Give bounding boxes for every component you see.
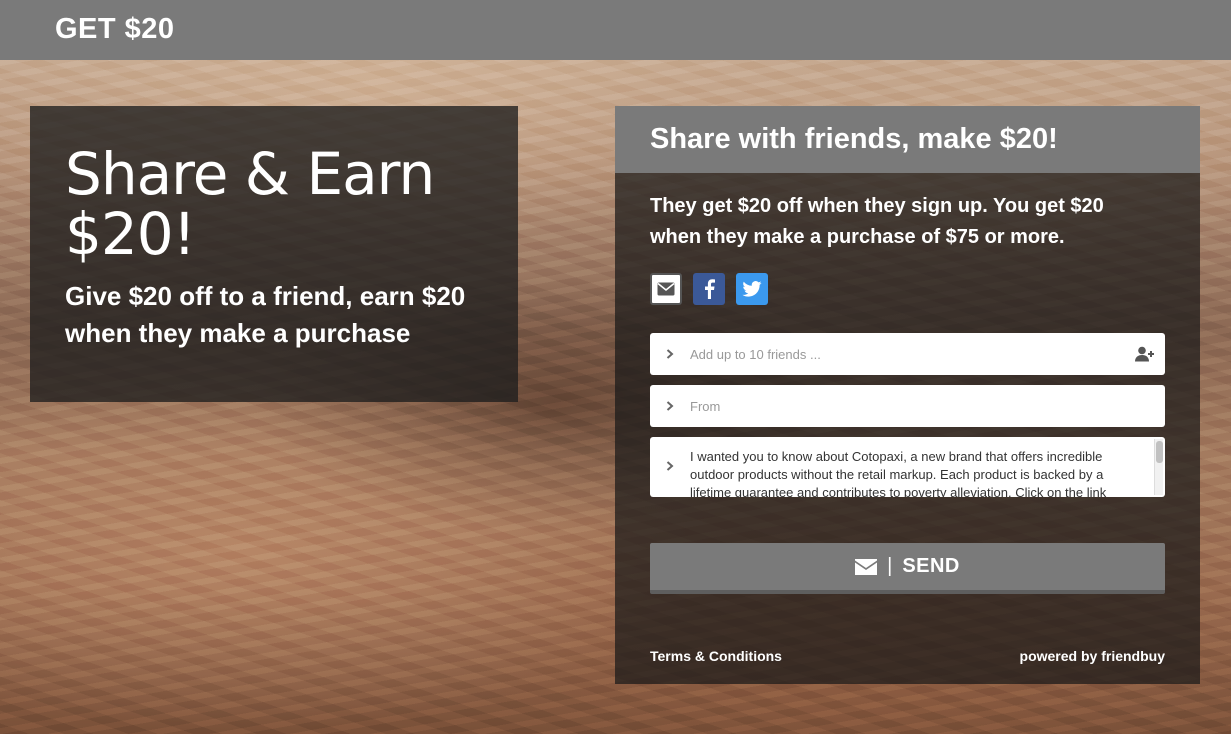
message-field[interactable]: I wanted you to know about Cotopaxi, a n… (650, 437, 1165, 497)
twitter-icon (742, 281, 762, 297)
share-panel: Share with friends, make $20! They get $… (615, 106, 1200, 684)
chevron-right-icon (650, 461, 690, 471)
panel-footer: Terms & Conditions powered by friendbuy (650, 648, 1165, 664)
from-field[interactable] (650, 385, 1165, 427)
twitter-share-button[interactable] (736, 273, 768, 305)
panel-header: Share with friends, make $20! (615, 106, 1200, 173)
panel-body: They get $20 off when they sign up. You … (615, 173, 1200, 594)
hero-box: Share & Earn $20! Give $20 off to a frie… (30, 106, 518, 402)
message-textarea[interactable]: I wanted you to know about Cotopaxi, a n… (690, 437, 1165, 497)
powered-by-link[interactable]: powered by friendbuy (1020, 648, 1165, 664)
envelope-icon (657, 282, 675, 296)
terms-link[interactable]: Terms & Conditions (650, 648, 782, 664)
send-label: SEND (902, 555, 960, 577)
facebook-icon (705, 279, 715, 299)
offer-description: They get $20 off when they sign up. You … (650, 195, 1104, 248)
envelope-icon (855, 558, 878, 575)
share-channels (650, 273, 1165, 305)
chevron-right-icon (650, 401, 690, 411)
top-bar: GET $20 (0, 0, 1231, 60)
from-input[interactable] (690, 385, 1165, 427)
friends-email-field[interactable] (650, 333, 1165, 375)
friends-input[interactable] (690, 333, 1125, 375)
message-scrollbar[interactable] (1154, 439, 1163, 495)
add-contact-icon[interactable] (1125, 346, 1165, 362)
send-separator: | (887, 555, 893, 577)
hero-subtitle: Give $20 off to a friend, earn $20 when … (65, 281, 466, 348)
scrollbar-thumb[interactable] (1156, 441, 1163, 463)
panel-title: Share with friends, make $20! (650, 123, 1058, 155)
chevron-right-icon (650, 349, 690, 359)
send-button[interactable]: | SEND (650, 543, 1165, 594)
hero-title: Share & Earn $20! (65, 140, 435, 268)
brand-title: GET $20 (55, 13, 175, 45)
email-share-button[interactable] (650, 273, 682, 305)
facebook-share-button[interactable] (693, 273, 725, 305)
